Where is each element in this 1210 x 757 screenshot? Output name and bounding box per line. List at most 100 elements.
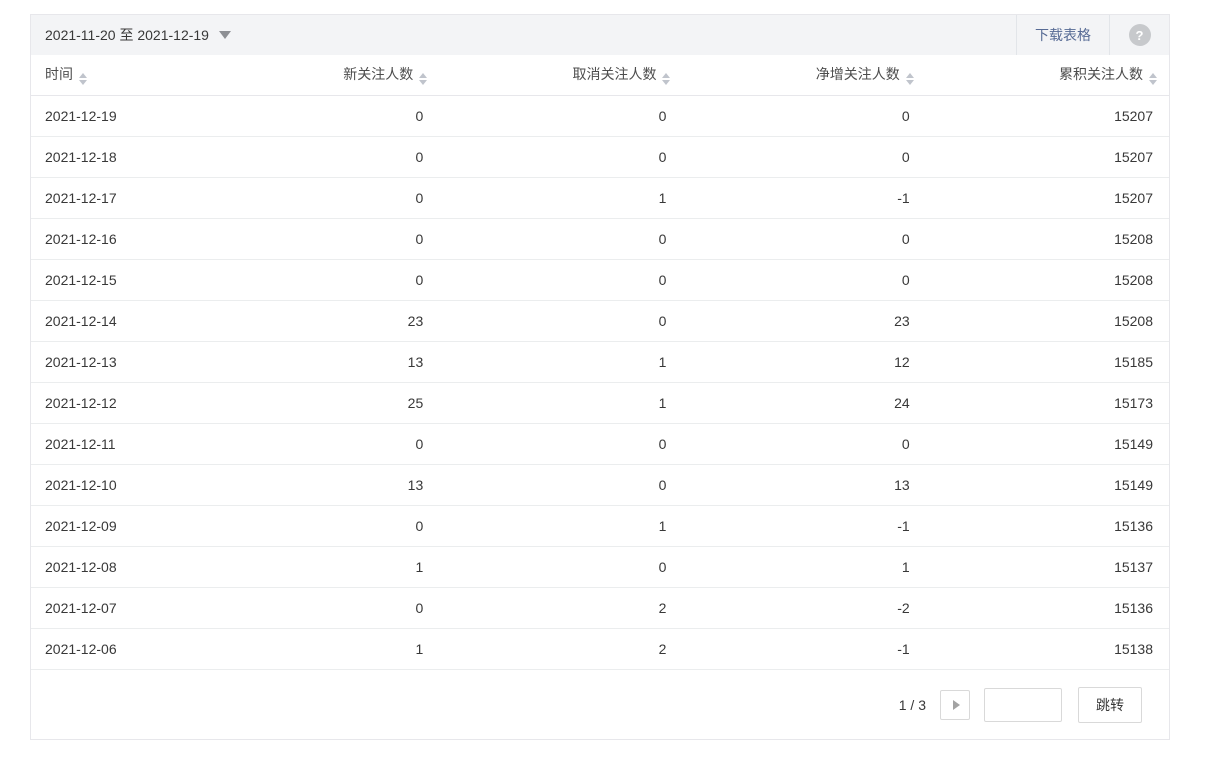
help-button[interactable]: ? [1110, 15, 1169, 55]
table-row: 2021-12-19 0 0 0 15207 [31, 95, 1169, 137]
column-header-net-increase[interactable]: 净增关注人数 [682, 55, 926, 96]
row-value-cell: 1 [439, 177, 683, 219]
stats-panel: 2021-11-20 至 2021-12-19 下载表格 ? 时间 新关注人数 … [30, 14, 1170, 740]
table-row: 2021-12-11 0 0 0 15149 [31, 423, 1169, 465]
column-header-time[interactable]: 时间 [31, 55, 196, 96]
row-value-cell: 0 [196, 587, 440, 629]
row-value-cell: -1 [682, 177, 926, 219]
row-value-cell: 13 [682, 464, 926, 506]
row-date-cell: 2021-12-08 [31, 546, 196, 588]
row-value-cell: 1 [439, 341, 683, 383]
table-row: 2021-12-17 0 1 -1 15207 [31, 177, 1169, 219]
arrow-right-icon [952, 700, 960, 710]
table-row: 2021-12-12 25 1 24 15173 [31, 382, 1169, 424]
row-value-cell: 15173 [925, 382, 1169, 424]
table-row: 2021-12-15 0 0 0 15208 [31, 259, 1169, 301]
row-value-cell: 0 [196, 423, 440, 465]
download-table-label: 下载表格 [1035, 27, 1091, 43]
page-indicator: 1 / 3 [898, 697, 926, 713]
row-value-cell: 15207 [925, 95, 1169, 137]
row-value-cell: 13 [196, 464, 440, 506]
row-value-cell: 0 [439, 464, 683, 506]
column-header-cumulative[interactable]: 累积关注人数 [925, 55, 1169, 96]
row-value-cell: 1 [439, 382, 683, 424]
row-value-cell: 0 [439, 95, 683, 137]
row-value-cell: 0 [682, 95, 926, 137]
row-value-cell: 1 [196, 546, 440, 588]
row-value-cell: 1 [196, 628, 440, 670]
table-header-row: 时间 新关注人数 取消关注人数 净增关注人数 累积关注人数 [31, 55, 1169, 96]
row-value-cell: 0 [682, 259, 926, 301]
table-row: 2021-12-18 0 0 0 15207 [31, 136, 1169, 178]
row-value-cell: 0 [682, 136, 926, 178]
page-jump-button[interactable]: 跳转 [1078, 687, 1142, 723]
row-value-cell: 0 [196, 136, 440, 178]
row-value-cell: 15149 [925, 423, 1169, 465]
row-value-cell: 0 [196, 218, 440, 260]
column-header-new-followers[interactable]: 新关注人数 [196, 55, 440, 96]
table-row: 2021-12-16 0 0 0 15208 [31, 218, 1169, 260]
row-value-cell: 15136 [925, 505, 1169, 547]
date-range-label: 2021-11-20 至 2021-12-19 [45, 27, 209, 43]
table-row: 2021-12-13 13 1 12 15185 [31, 341, 1169, 383]
row-date-cell: 2021-12-14 [31, 300, 196, 342]
row-value-cell: 2 [439, 628, 683, 670]
toolbar: 2021-11-20 至 2021-12-19 下载表格 ? [31, 15, 1169, 55]
row-value-cell: 0 [439, 136, 683, 178]
row-value-cell: 0 [439, 259, 683, 301]
row-value-cell: -2 [682, 587, 926, 629]
row-value-cell: 2 [439, 587, 683, 629]
row-value-cell: 0 [682, 218, 926, 260]
column-header-unfollowers[interactable]: 取消关注人数 [439, 55, 683, 96]
row-value-cell: 0 [439, 300, 683, 342]
row-value-cell: 24 [682, 382, 926, 424]
row-date-cell: 2021-12-19 [31, 95, 196, 137]
sort-icon [662, 73, 671, 86]
row-date-cell: 2021-12-13 [31, 341, 196, 383]
row-value-cell: 1 [682, 546, 926, 588]
row-value-cell: 1 [439, 505, 683, 547]
row-value-cell: 0 [439, 423, 683, 465]
table-row: 2021-12-09 0 1 -1 15136 [31, 505, 1169, 547]
row-date-cell: 2021-12-15 [31, 259, 196, 301]
row-value-cell: 23 [196, 300, 440, 342]
row-date-cell: 2021-12-06 [31, 628, 196, 670]
row-date-cell: 2021-12-11 [31, 423, 196, 465]
table-row: 2021-12-08 1 0 1 15137 [31, 546, 1169, 588]
row-value-cell: 0 [196, 95, 440, 137]
sort-icon [79, 73, 87, 86]
row-value-cell: 15138 [925, 628, 1169, 670]
table-row: 2021-12-07 0 2 -2 15136 [31, 587, 1169, 629]
table-row: 2021-12-06 1 2 -1 15138 [31, 628, 1169, 670]
pagination: 1 / 3 跳转 [31, 670, 1169, 741]
help-icon: ? [1128, 24, 1151, 46]
row-value-cell: 15185 [925, 341, 1169, 383]
row-date-cell: 2021-12-10 [31, 464, 196, 506]
next-page-button[interactable] [940, 690, 970, 720]
row-value-cell: 15136 [925, 587, 1169, 629]
row-value-cell: 15207 [925, 177, 1169, 219]
row-date-cell: 2021-12-18 [31, 136, 196, 178]
date-range-selector[interactable]: 2021-11-20 至 2021-12-19 [31, 15, 1016, 55]
sort-icon [1149, 73, 1157, 86]
row-value-cell: -1 [682, 505, 926, 547]
sort-icon [419, 73, 428, 86]
row-value-cell: 15208 [925, 218, 1169, 260]
row-value-cell: 15208 [925, 300, 1169, 342]
row-value-cell: 0 [439, 546, 683, 588]
table-row: 2021-12-14 23 0 23 15208 [31, 300, 1169, 342]
row-value-cell: 0 [196, 259, 440, 301]
download-table-button[interactable]: 下载表格 [1016, 15, 1110, 55]
followers-table: 时间 新关注人数 取消关注人数 净增关注人数 累积关注人数 2021-12-19… [31, 55, 1169, 670]
row-date-cell: 2021-12-09 [31, 505, 196, 547]
row-value-cell: 23 [682, 300, 926, 342]
row-value-cell: 0 [196, 177, 440, 219]
row-value-cell: 15208 [925, 259, 1169, 301]
row-date-cell: 2021-12-07 [31, 587, 196, 629]
row-value-cell: 0 [682, 423, 926, 465]
row-date-cell: 2021-12-16 [31, 218, 196, 260]
row-value-cell: 0 [196, 505, 440, 547]
table-row: 2021-12-10 13 0 13 15149 [31, 464, 1169, 506]
page-jump-input[interactable] [984, 688, 1062, 722]
chevron-down-icon [218, 31, 231, 39]
